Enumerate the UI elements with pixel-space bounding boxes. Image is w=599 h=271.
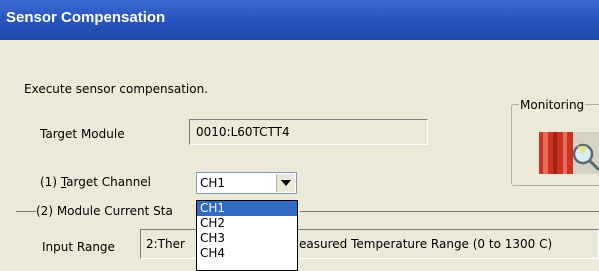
status-group-line-left bbox=[16, 211, 36, 212]
input-range-label: Input Range bbox=[42, 240, 115, 254]
instruction-text: Execute sensor compensation. bbox=[24, 82, 209, 96]
dropdown-option-ch2[interactable]: CH2 bbox=[197, 216, 297, 231]
target-module-value: 0010:L60TCTT4 bbox=[196, 125, 290, 139]
target-module-label: Target Module bbox=[40, 127, 125, 141]
window-title: Sensor Compensation bbox=[6, 9, 166, 26]
status-group-line-right bbox=[300, 211, 599, 212]
dropdown-option-ch3[interactable]: CH3 bbox=[197, 231, 297, 246]
dropdown-option-ch1[interactable]: CH1 bbox=[197, 201, 297, 216]
input-range-value-end: easured Temperature Range (0 to 1300 C) bbox=[299, 237, 553, 251]
monitoring-icon[interactable] bbox=[539, 128, 599, 174]
dropdown-arrow-icon[interactable] bbox=[276, 174, 295, 192]
target-module-field: 0010:L60TCTT4 bbox=[189, 119, 428, 145]
monitoring-label: Monitoring bbox=[519, 98, 586, 112]
target-channel-selected: CH1 bbox=[200, 176, 226, 190]
module-status-title: (2) Module Current Sta bbox=[36, 204, 173, 218]
title-bar[interactable]: Sensor Compensation bbox=[0, 0, 599, 40]
target-channel-combo[interactable]: CH1 bbox=[196, 172, 297, 194]
target-channel-dropdown-list[interactable]: CH1 CH2 CH3 CH4 bbox=[196, 200, 298, 271]
target-channel-label: (1) Target Channel bbox=[40, 175, 152, 189]
dropdown-option-ch4[interactable]: CH4 bbox=[197, 246, 297, 261]
input-range-value-start: 2:Ther bbox=[146, 237, 185, 251]
